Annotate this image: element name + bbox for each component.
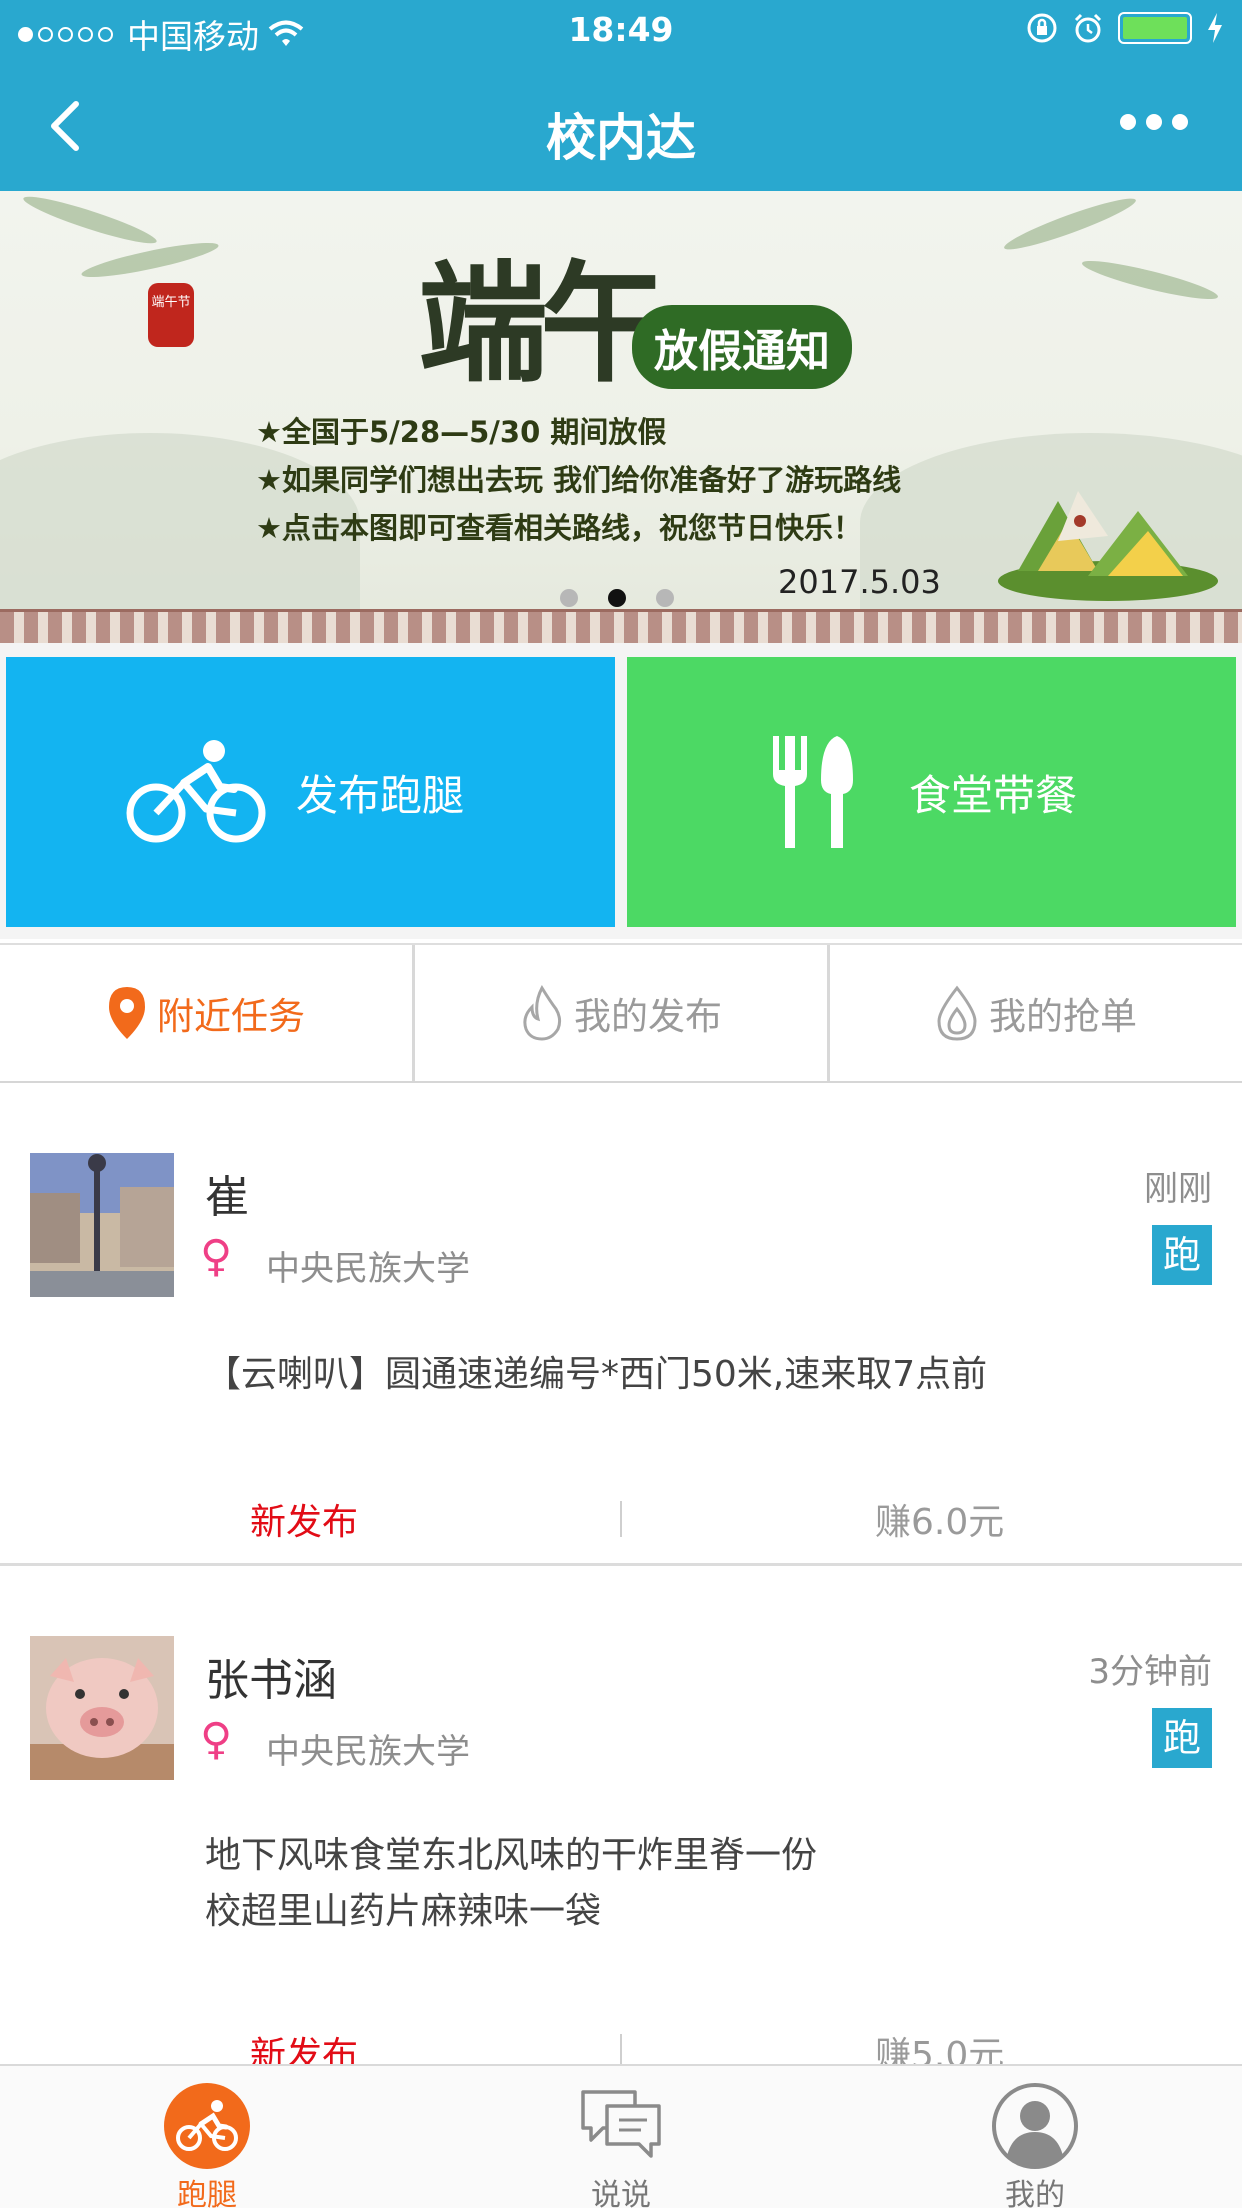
user-profile-icon	[992, 2083, 1078, 2169]
banner-subtitle: 放假通知	[632, 305, 852, 389]
carousel-dot-active[interactable]	[608, 589, 626, 607]
task-tabs: 附近任务 我的发布 我的抢单	[0, 943, 1242, 1083]
canteen-delivery-button[interactable]: 食堂带餐	[627, 657, 1236, 927]
post-errand-label: 发布跑腿	[296, 770, 465, 820]
avatar[interactable]	[30, 1636, 174, 1780]
post-time: 3分钟前	[1088, 1652, 1212, 1692]
errand-tag: 跑	[1152, 1225, 1212, 1285]
page-title: 校内达	[546, 109, 696, 167]
banner-line: ★点击本图即可查看相关路线，祝您节日快乐！	[256, 511, 862, 545]
water-drop-icon	[937, 985, 977, 1041]
avatar[interactable]	[30, 1153, 174, 1297]
banner-line: ★如果同学们想出去玩 我们给你准备好了游玩路线	[256, 463, 902, 497]
task-status: 新发布	[250, 2035, 359, 2064]
promo-banner[interactable]: 端午节 端午 放假通知 ★全国于5/28—5/30 期间放假 ★如果同学们想出去…	[0, 191, 1242, 643]
canteen-delivery-label: 食堂带餐	[909, 770, 1078, 820]
battery-icon	[1118, 12, 1192, 44]
nav-bar: 校内达	[0, 62, 1242, 191]
tab-my-posts[interactable]: 我的发布	[412, 945, 827, 1081]
female-icon: ♀	[200, 1714, 233, 1765]
post-errand-button[interactable]: 发布跑腿	[6, 657, 615, 927]
school-name: 中央民族大学	[266, 1249, 470, 1289]
task-card[interactable]: 崔 ♀ 中央民族大学 刚刚 跑 【云喇叭】圆通速递编号*西门50米,速来取7点前…	[0, 1083, 1242, 1563]
tab-nearby-label: 附近任务	[157, 995, 305, 1038]
task-message: 校超里山药片麻辣味一袋	[205, 1891, 602, 1932]
banner-date: 2017.5.03	[778, 563, 941, 601]
user-name: 崔	[205, 1172, 249, 1223]
tab-my-grabs-label: 我的抢单	[989, 995, 1137, 1038]
carousel-indicator[interactable]	[560, 589, 674, 607]
festival-seal: 端午节	[148, 283, 194, 347]
tab-nearby[interactable]: 附近任务	[0, 945, 412, 1081]
zongzi-image	[998, 491, 1218, 601]
task-status: 新发布	[250, 1502, 359, 1543]
task-message: 【云喇叭】圆通速递编号*西门50米,速来取7点前	[205, 1354, 988, 1395]
tab-errand[interactable]: 跑腿	[0, 2066, 414, 2208]
flame-icon	[523, 985, 562, 1041]
carousel-dot[interactable]	[560, 589, 578, 607]
top-bar: 中国移动 18:49 校内达	[0, 0, 1242, 191]
alarm-icon	[1074, 13, 1102, 43]
chat-bubbles-icon	[581, 2090, 661, 2158]
banner-title: 端午	[418, 247, 670, 400]
orientation-lock-icon	[1027, 13, 1057, 43]
user-name: 张书涵	[205, 1655, 337, 1706]
task-footer: 新发布 赚5.0元	[0, 2016, 1242, 2064]
more-icon[interactable]	[1120, 114, 1188, 130]
tab-talk[interactable]: 说说	[414, 2066, 828, 2208]
tab-my-posts-label: 我的发布	[574, 995, 722, 1038]
errand-bicycle-icon	[164, 2083, 250, 2169]
banner-line: ★全国于5/28—5/30 期间放假	[256, 415, 667, 449]
task-reward: 赚5.0元	[875, 2035, 1005, 2064]
female-icon: ♀	[200, 1231, 233, 1282]
task-reward: 赚6.0元	[875, 1502, 1005, 1543]
post-time: 刚刚	[1144, 1169, 1212, 1209]
school-name: 中央民族大学	[266, 1732, 470, 1772]
tab-errand-label: 跑腿	[177, 2178, 237, 2208]
task-message: 地下风味食堂东北风味的干炸里脊一份	[205, 1835, 818, 1876]
action-tiles: 发布跑腿 食堂带餐	[0, 643, 1242, 939]
bicycle-icon	[126, 740, 266, 843]
tab-my-grabs[interactable]: 我的抢单	[827, 945, 1242, 1081]
fork-knife-icon	[773, 736, 853, 848]
banner-border	[0, 609, 1242, 643]
status-bar: 中国移动 18:49	[0, 0, 1242, 62]
location-pin-icon	[109, 987, 145, 1039]
tab-mine[interactable]: 我的	[828, 2066, 1242, 2208]
task-card[interactable]: 张书涵 ♀ 中央民族大学 3分钟前 跑 地下风味食堂东北风味的干炸里脊一份 校超…	[0, 1566, 1242, 2064]
carousel-dot[interactable]	[656, 589, 674, 607]
task-footer: 新发布 赚6.0元	[0, 1483, 1242, 1553]
tab-talk-label: 说说	[591, 2178, 651, 2208]
bottom-tab-bar: 跑腿 说说 我的	[0, 2064, 1242, 2208]
errand-tag: 跑	[1152, 1708, 1212, 1768]
tab-mine-label: 我的	[1005, 2178, 1065, 2208]
charging-icon	[1208, 13, 1222, 43]
